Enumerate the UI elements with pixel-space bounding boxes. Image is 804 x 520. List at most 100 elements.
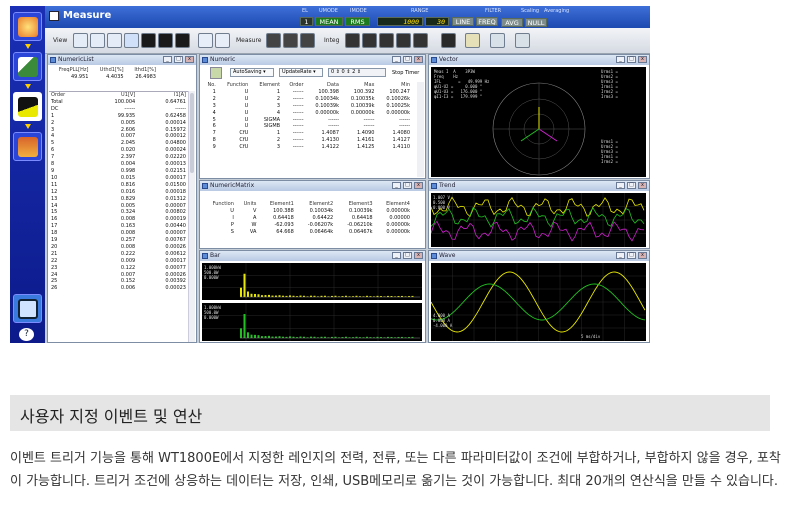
umode-label: UMODE (319, 8, 338, 14)
table-cell: ------ (292, 123, 304, 130)
minimize-button[interactable]: _ (616, 182, 625, 189)
table-cell: 3 (276, 144, 281, 151)
table-row: 23 0.122 0.00077 (49, 265, 188, 272)
vector-u2 (520, 128, 540, 142)
close-button[interactable]: x (414, 56, 423, 63)
close-button[interactable]: x (414, 182, 423, 189)
table-cell: 0.10039k (349, 207, 373, 214)
table-cell: 2.397 (120, 154, 136, 161)
scrollbar-thumb[interactable] (190, 93, 194, 173)
help-icon[interactable]: ? (19, 328, 34, 341)
layout-split-button[interactable] (198, 33, 213, 48)
table-cell: 0.64761 (165, 98, 186, 105)
numeric-list-view-button[interactable] (73, 33, 88, 48)
table-row: 2 0.005 0.00014 (49, 120, 188, 127)
table-cell: DC (51, 105, 59, 112)
save-button[interactable] (13, 294, 42, 323)
table-cell: 0.00000 (389, 214, 410, 221)
table-cell: 19 (51, 237, 58, 244)
close-button[interactable]: x (185, 56, 194, 63)
table-row: 7 2.397 0.02220 (49, 154, 188, 161)
sidebar-item-report[interactable] (13, 132, 42, 161)
table-cell: 100.388 (273, 207, 294, 214)
maximize-button[interactable]: □ (403, 252, 412, 259)
minimize-button[interactable]: _ (392, 252, 401, 259)
table-row: 11 0.816 0.01500 (49, 182, 188, 189)
maximize-button[interactable]: □ (627, 182, 636, 189)
measure-start-button[interactable] (266, 33, 281, 48)
minimize-button[interactable]: _ (616, 56, 625, 63)
layout-single-button[interactable] (215, 33, 230, 48)
table-cell: 0.01312 (165, 195, 186, 202)
table-cell: 100.392 (353, 88, 375, 95)
update-rate-select[interactable]: UpdateRate ▾ (279, 68, 323, 77)
table-cell: 9 (51, 167, 55, 174)
numeric-settings-icon[interactable] (210, 67, 222, 79)
export-button[interactable] (490, 33, 505, 48)
maximize-button[interactable]: □ (174, 56, 183, 63)
measure-single-button[interactable] (300, 33, 315, 48)
close-button[interactable]: x (638, 56, 647, 63)
table-cell: 0.00000k (386, 207, 410, 214)
wave-view-button[interactable] (124, 33, 139, 48)
bar-readout-b: 1.000kW 500.0W 0.000W (204, 305, 221, 320)
table-cell: 0.02220 (165, 154, 186, 161)
print-button[interactable] (465, 33, 480, 48)
table-cell: 0.00440 (165, 223, 186, 230)
table-cell: 0.00612 (165, 250, 186, 257)
minimize-button[interactable]: _ (616, 252, 625, 259)
table-row: 8 CfU 2 ------ 1.4130 1.4161 1.4127 (202, 137, 412, 144)
range-u-status: 1000 (377, 17, 423, 26)
sidebar-item-measure[interactable] (13, 92, 42, 121)
integ-stop-button[interactable] (362, 33, 377, 48)
table-cell: 1.4110 (392, 144, 411, 151)
minimize-button[interactable]: _ (392, 56, 401, 63)
table-cell: 23 (51, 264, 58, 271)
minimize-button[interactable]: _ (392, 182, 401, 189)
trend-title: Trend (439, 182, 456, 189)
close-button[interactable]: x (638, 182, 647, 189)
maximize-button[interactable]: □ (403, 56, 412, 63)
matrix-table: Function Units Element1 Element2 Element3 Ele… (202, 201, 412, 236)
maximize-button[interactable]: □ (627, 56, 636, 63)
table-row: 8 0.004 0.00013 (49, 161, 188, 168)
graph-settings-button[interactable] (441, 33, 456, 48)
summary-value: 4.4035 (106, 73, 124, 80)
autosaving-select[interactable]: AutoSaving ▾ (230, 68, 274, 77)
table-cell: 100.247 (389, 88, 410, 95)
scrollbar[interactable] (417, 82, 424, 177)
column-header: Element (259, 82, 281, 88)
window-icon (202, 253, 208, 259)
maximize-button[interactable]: □ (403, 182, 412, 189)
table-row: 19 0.257 0.00767 (49, 237, 188, 244)
minimize-button[interactable]: _ (163, 56, 172, 63)
integ-hold-button[interactable] (396, 33, 411, 48)
table-cell: U (244, 95, 249, 102)
scrollbar[interactable] (188, 91, 195, 342)
vector-view-button[interactable] (175, 33, 190, 48)
measure-hold-button[interactable] (283, 33, 298, 48)
sidebar-item-setup[interactable] (13, 12, 42, 41)
numeric-view-button[interactable] (90, 33, 105, 48)
integ-reset-button[interactable] (379, 33, 394, 48)
close-button[interactable]: x (638, 252, 647, 259)
section-title: 사용자 지정 이벤트 및 연산 (20, 407, 203, 426)
numeric-matrix-title: NumericMatrix (210, 182, 255, 189)
table-row: S VA 64.668 0.06464k 0.06467k 0.00000k (202, 229, 412, 236)
integ-start-button[interactable] (345, 33, 360, 48)
table-cell: 0.02151 (165, 167, 186, 174)
measure-icon (18, 97, 38, 117)
bar-view-button[interactable] (158, 33, 173, 48)
trend-view-button[interactable] (141, 33, 156, 48)
timer-stepper[interactable]: 0 ⇕ 0 ⇕ 2 ⇕ (328, 68, 386, 77)
matrix-view-button[interactable] (107, 33, 122, 48)
close-button[interactable]: x (414, 252, 423, 259)
table-cell: 0.00023 (165, 285, 186, 292)
sidebar-item-input[interactable] (13, 52, 42, 81)
maximize-button[interactable]: □ (627, 252, 636, 259)
config-button[interactable] (515, 33, 530, 48)
table-cell: 0.008 (120, 243, 136, 250)
setup-icon (18, 17, 38, 37)
integ-options-button[interactable] (413, 33, 428, 48)
table-cell: 22 (51, 257, 58, 264)
